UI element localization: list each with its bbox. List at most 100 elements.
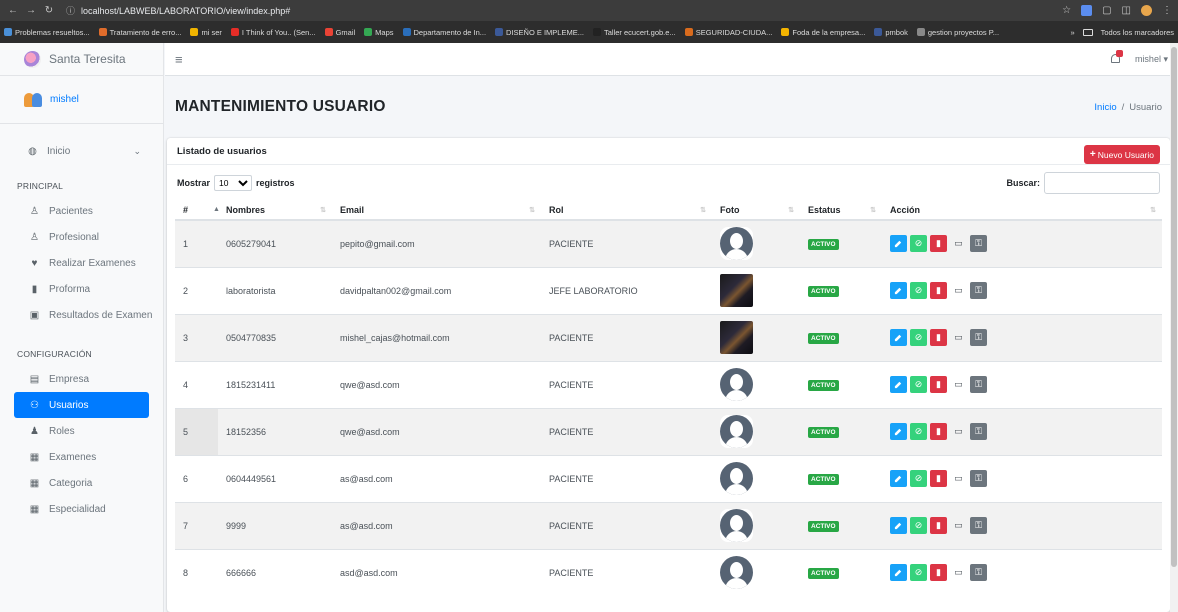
edit-button[interactable] [890, 470, 907, 487]
id-card-button[interactable]: ▭ [950, 423, 967, 440]
bookmark-item[interactable]: Departamento de In... [402, 28, 486, 37]
scrollbar-thumb[interactable] [1171, 47, 1177, 567]
column-header[interactable]: # ▲ [175, 200, 220, 221]
bookmark-item[interactable]: Taller ecucert.gob.e... [592, 28, 676, 37]
sidebar-item-resultados-de-examen[interactable]: ▣ Resultados de Examen [0, 302, 163, 328]
delete-button[interactable]: ▮ [930, 376, 947, 393]
bookmark-favicon-icon [4, 28, 12, 36]
edit-button[interactable] [890, 235, 907, 253]
address-bar[interactable]: ⓘ localhost/LABWEB/LABORATORIO/view/inde… [66, 4, 290, 17]
bookmark-item[interactable]: Problemas resueltos... [4, 28, 90, 37]
activate-button[interactable]: ⊘ [910, 376, 927, 393]
id-card-button[interactable]: ▭ [950, 376, 967, 393]
sidebar-item-roles[interactable]: ♟ Roles [0, 418, 163, 444]
edit-button[interactable] [890, 282, 907, 299]
sidebar-item-pacientes[interactable]: ♙ Pacientes [0, 198, 163, 224]
key-button[interactable]: ⚿ [970, 517, 987, 534]
user-panel[interactable]: mishel [0, 76, 163, 124]
bookmark-item[interactable]: SEGURIDAD-CIUDA... [684, 28, 772, 37]
bookmark-item[interactable]: Tratamiento de erro... [98, 28, 181, 37]
status-badge: ACTIVO [808, 379, 839, 391]
extensions-puzzle-icon[interactable]: ▢ [1102, 5, 1111, 16]
edit-button[interactable] [890, 376, 907, 393]
bookmark-item[interactable]: DISEÑO E IMPLEME... [495, 28, 584, 37]
cell-rol-text: PACIENTE [549, 426, 594, 437]
column-header[interactable]: Email ⇅ [332, 200, 541, 221]
delete-button[interactable]: ▮ [930, 517, 947, 534]
bookmark-item[interactable]: Foda de la empresa... [781, 28, 865, 37]
search-input[interactable] [1044, 171, 1160, 194]
all-bookmarks-link[interactable]: Todos los marcadores [1101, 28, 1174, 37]
activate-button[interactable]: ⊘ [910, 517, 927, 534]
column-header[interactable]: Rol ⇅ [541, 200, 712, 221]
activate-button[interactable]: ⊘ [910, 235, 927, 253]
edit-button[interactable] [890, 564, 907, 582]
bookmark-item[interactable]: mi ser [190, 28, 222, 37]
id-card-button[interactable]: ▭ [950, 329, 967, 346]
page-length-select[interactable]: 10 [214, 174, 253, 191]
sidebar-item-empresa[interactable]: ▤ Empresa [0, 366, 163, 392]
sidebar-item-usuarios[interactable]: ⚇ Usuarios [14, 392, 149, 418]
delete-button[interactable]: ▮ [930, 329, 947, 346]
activate-button[interactable]: ⊘ [910, 470, 927, 487]
id-card-button[interactable]: ▭ [950, 235, 967, 252]
new-user-button[interactable]: + Nuevo Usuario [1083, 145, 1160, 164]
user-menu[interactable]: mishel ▾ [1135, 54, 1168, 65]
delete-button[interactable]: ▮ [930, 470, 947, 487]
id-card-button[interactable]: ▭ [950, 470, 967, 487]
key-button[interactable]: ⚿ [970, 423, 987, 440]
sidebar-item-realizar-examenes[interactable]: ♥ Realizar Examenes [0, 250, 163, 276]
bookmark-item[interactable]: Maps [364, 28, 394, 37]
page-scrollbar[interactable] [1170, 43, 1178, 612]
user-name[interactable]: mishel [50, 94, 79, 105]
column-header[interactable]: Foto ⇅ [712, 200, 800, 221]
id-card-button[interactable]: ▭ [950, 282, 967, 299]
bookmark-item[interactable]: pmbok [874, 28, 908, 37]
forward-icon[interactable]: → [24, 5, 38, 16]
key-button[interactable]: ⚿ [970, 376, 987, 393]
delete-button[interactable]: ▮ [930, 235, 947, 253]
sidebar-item-examenes[interactable]: ▦ Examenes [0, 444, 163, 470]
activate-button[interactable]: ⊘ [910, 564, 927, 582]
bookmark-item[interactable]: Gmail [324, 28, 355, 37]
reload-icon[interactable]: ↻ [42, 5, 56, 16]
profile-avatar[interactable] [1141, 5, 1152, 16]
id-card-button[interactable]: ▭ [950, 517, 967, 534]
bookmark-item[interactable]: I Think of You.. (Sen... [230, 28, 316, 37]
edit-button[interactable] [890, 423, 907, 440]
breadcrumb-home-link[interactable]: Inicio [1094, 102, 1116, 113]
activate-button[interactable]: ⊘ [910, 329, 927, 346]
column-header[interactable]: Acción ⇅ [882, 200, 1162, 221]
delete-button[interactable]: ▮ [930, 282, 947, 299]
sidebar-item-inicio[interactable]: ◍ Inicio ⌄ [0, 132, 163, 170]
activate-button[interactable]: ⊘ [910, 282, 927, 299]
bookmark-item[interactable]: gestion proyectos P... [916, 28, 999, 37]
browser-menu-icon[interactable]: ⋮ [1162, 5, 1172, 16]
bookmark-star-icon[interactable]: ☆ [1062, 5, 1071, 16]
edit-button[interactable] [890, 517, 907, 534]
key-button[interactable]: ⚿ [970, 282, 987, 299]
sidebar-toggle-icon[interactable]: ◫ [1122, 5, 1131, 16]
key-button[interactable]: ⚿ [970, 564, 987, 582]
column-header[interactable]: Estatus ⇅ [800, 200, 882, 221]
sidebar-item-categoria[interactable]: ▦ Categoria [0, 470, 163, 496]
site-info-icon[interactable]: ⓘ [66, 4, 75, 17]
key-button[interactable]: ⚿ [970, 329, 987, 346]
key-button[interactable]: ⚿ [970, 235, 987, 253]
delete-button[interactable]: ▮ [930, 564, 947, 582]
id-card-button[interactable]: ▭ [950, 564, 967, 581]
key-button[interactable]: ⚿ [970, 470, 987, 487]
activate-button[interactable]: ⊘ [910, 423, 927, 440]
sidebar-item-profesional[interactable]: ♙ Profesional [0, 224, 163, 250]
brand-link[interactable]: Santa Teresita [0, 43, 163, 76]
extension-icon[interactable] [1081, 5, 1093, 16]
delete-button[interactable]: ▮ [930, 423, 947, 440]
bookmarks-overflow-icon[interactable]: » [1070, 28, 1074, 37]
edit-button[interactable] [890, 329, 907, 346]
menu-toggle-icon[interactable]: ≡ [175, 52, 183, 67]
notifications-bell-icon[interactable] [1109, 50, 1123, 65]
sidebar-item-proforma[interactable]: ▮ Proforma [0, 276, 163, 302]
column-header[interactable]: Nombres ⇅ [218, 200, 332, 221]
sidebar-item-especialidad[interactable]: ▦ Especialidad [0, 496, 163, 522]
back-icon[interactable]: ← [6, 5, 20, 16]
